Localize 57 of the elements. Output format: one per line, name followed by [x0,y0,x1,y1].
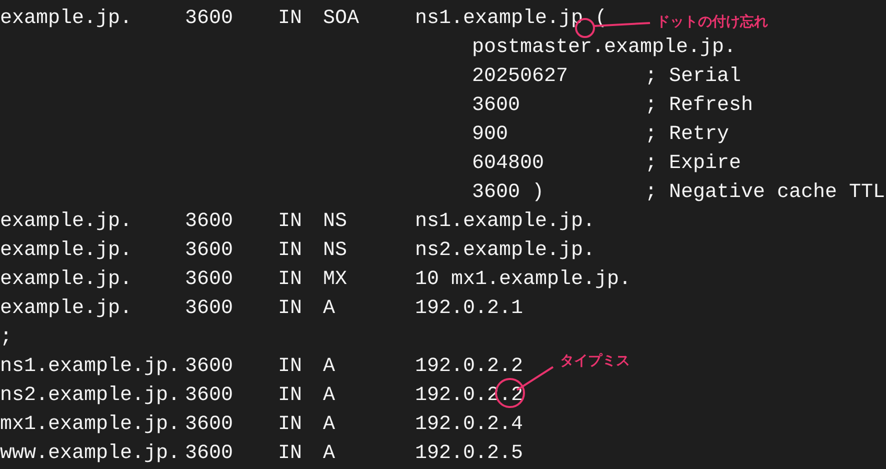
record-type: NS [323,238,348,264]
record-class: IN [278,209,302,235]
record-data: 192.0.2.4 [415,412,524,438]
record-ttl: 3600 [185,354,234,380]
record-class: IN [278,441,302,467]
record-name: example.jp. [0,209,132,235]
record-data: 3600 ) [472,180,544,206]
record-data: ns1.example.jp. [415,209,596,235]
record-ttl: 3600 [185,296,234,322]
record-name: www.example.jp. [0,441,180,467]
record-class: IN [278,238,302,264]
record-ttl: 3600 [185,209,234,235]
record-ttl: 3600 [185,441,234,467]
record-type: A [323,354,336,380]
record-class: IN [278,296,302,322]
record-type: A [323,412,336,438]
record-ttl: 3600 [185,267,234,293]
record-data: 604800 [472,151,544,177]
record-ttl: 3600 [185,6,234,32]
record-data: 192.0.2.2 [415,354,524,380]
record-ttl: 3600 [185,383,234,409]
record-type: A [323,383,336,409]
annotation-label: タイプミス [560,352,630,370]
record-class: IN [278,267,302,293]
record-data: 192.0.2.5 [415,441,524,467]
record-data: 3600 [472,93,520,119]
record-data: 10 mx1.example.jp. [415,267,632,293]
record-class: IN [278,412,302,438]
record-name: ns1.example.jp. [0,354,180,380]
record-data: ns2.example.jp. [415,238,596,264]
record-name: mx1.example.jp. [0,412,180,438]
annotation-label: ドットの付け忘れ [656,13,768,31]
code-comment: ; [0,325,12,351]
record-name: ns2.example.jp. [0,383,180,409]
record-class: IN [278,354,302,380]
code-comment: ; Refresh [645,93,754,119]
record-name: example.jp. [0,267,132,293]
record-ttl: 3600 [185,238,234,264]
record-data: postmaster.example.jp. [472,35,736,61]
code-comment: ; Serial [645,64,742,90]
code-comment: ; Negative cache TTL [645,180,886,206]
record-class: IN [278,383,302,409]
record-name: example.jp. [0,238,132,264]
record-type: SOA [323,6,360,32]
record-type: MX [323,267,348,293]
record-ttl: 3600 [185,412,234,438]
record-type: A [323,296,336,322]
record-type: A [323,441,336,467]
record-name: example.jp. [0,296,132,322]
record-name: example.jp. [0,6,132,32]
code-comment: ; Retry [645,122,730,148]
record-data: 192.0.2.1 [415,296,524,322]
record-class: IN [278,6,302,32]
code-comment: ; Expire [645,151,742,177]
record-type: NS [323,209,348,235]
record-data: 900 [472,122,508,148]
record-data: 20250627 [472,64,568,90]
